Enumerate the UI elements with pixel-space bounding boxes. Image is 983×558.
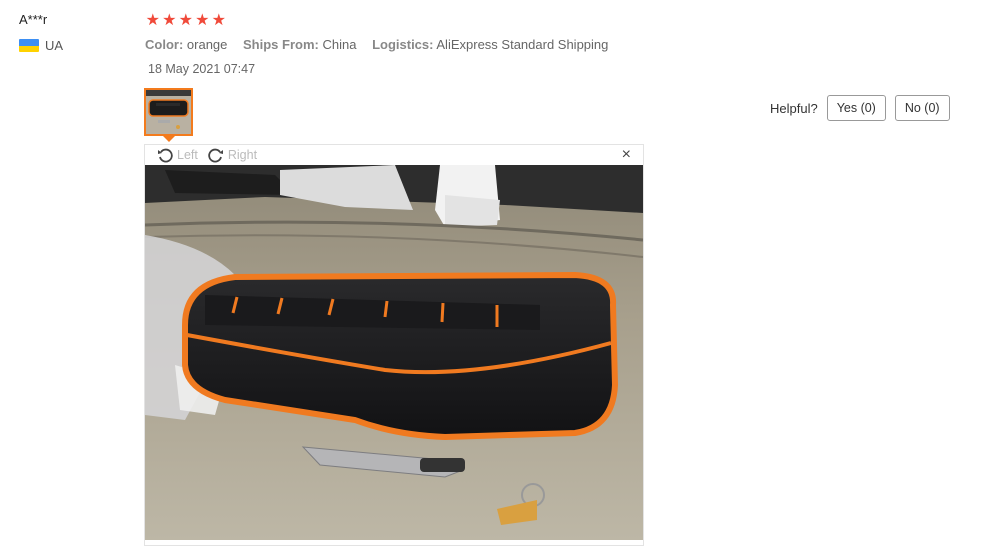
helpful-section: Helpful? Yes (0) No (0) — [770, 95, 950, 121]
helpful-yes-button[interactable]: Yes (0) — [826, 95, 886, 121]
viewer-toolbar: Left Right × — [145, 145, 643, 165]
rating-stars: ★ ★ ★ ★ ★ — [145, 12, 227, 30]
helpful-no-button[interactable]: No (0) — [894, 95, 950, 121]
star-icon: ★ — [145, 12, 160, 29]
country-code: UA — [45, 38, 64, 53]
reviewer-country: UA — [19, 38, 63, 53]
ua-flag-icon — [19, 39, 39, 52]
star-icon: ★ — [211, 12, 226, 29]
review-date: 18 May 2021 07:47 — [148, 62, 256, 76]
review-photo-thumbnail[interactable] — [144, 88, 193, 136]
review-photo — [145, 165, 643, 540]
star-icon: ★ — [195, 12, 210, 29]
thumbnail-pointer — [163, 136, 175, 142]
photo-viewer: Left Right × — [144, 144, 644, 546]
attr-ships-from: Ships From: China — [243, 37, 357, 52]
order-attributes: Color: orange Ships From: China Logistic… — [145, 37, 620, 52]
attr-logistics: Logistics: AliExpress Standard Shipping — [372, 37, 609, 52]
rotate-left-icon — [158, 148, 173, 163]
rotate-right-icon — [208, 148, 223, 163]
rotate-right-button[interactable]: Right — [208, 147, 257, 163]
star-icon: ★ — [178, 12, 193, 29]
attr-color: Color: orange — [145, 37, 228, 52]
star-icon: ★ — [162, 12, 177, 29]
helpful-label: Helpful? — [770, 100, 818, 116]
rotate-left-button[interactable]: Left — [157, 147, 198, 163]
close-icon[interactable]: × — [622, 146, 631, 164]
reviewer-name: A***r — [19, 12, 48, 27]
